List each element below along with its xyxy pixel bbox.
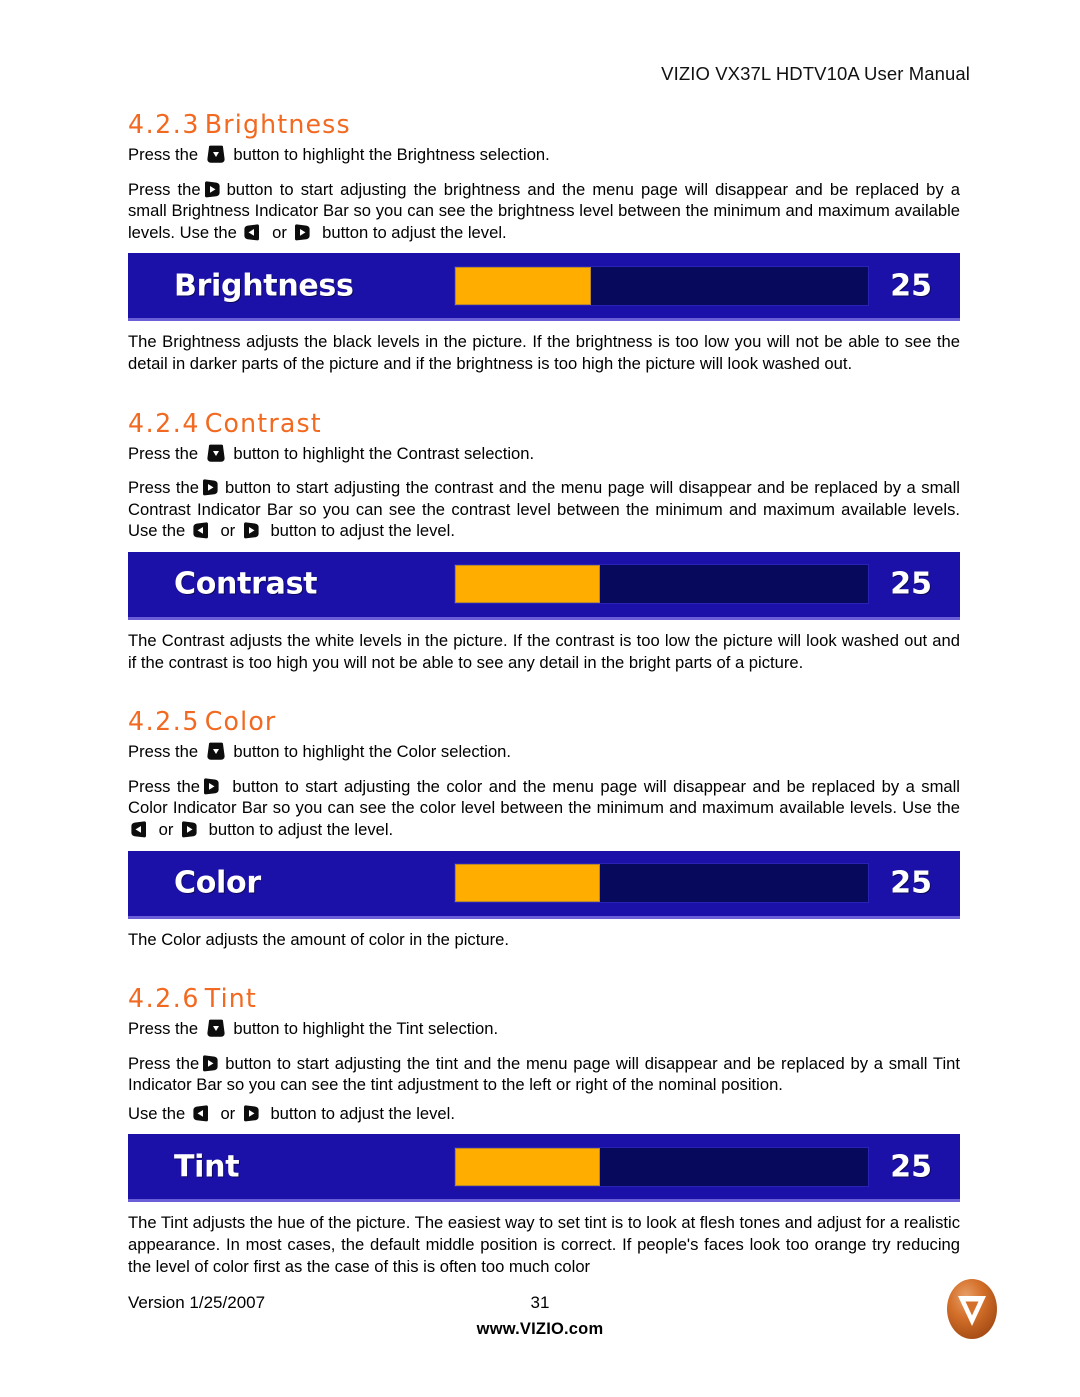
text-fragment: button to highlight the Contrast selecti… bbox=[233, 443, 535, 463]
osd-indicator-bar-contrast: Contrast 25 bbox=[128, 551, 960, 620]
remote-down-button-icon bbox=[205, 145, 227, 164]
text-fragment: Press the bbox=[128, 1019, 199, 1039]
section-number: 4.2.4 bbox=[128, 408, 200, 439]
text-fragment: Press the bbox=[128, 145, 199, 164]
text-fragment: button to start adjusting the tint and t… bbox=[128, 1053, 960, 1095]
remote-right-button-icon bbox=[242, 521, 264, 540]
text-fragment: Use the bbox=[128, 1103, 186, 1123]
text-fragment: button to adjust the level. bbox=[208, 819, 394, 839]
osd-value: 25 bbox=[890, 1149, 932, 1185]
remote-right-button-icon bbox=[242, 1104, 264, 1123]
remote-left-button-icon bbox=[130, 820, 152, 839]
osd-fill bbox=[455, 864, 600, 902]
document-page: VIZIO VX37L HDTV10A User Manual 4.2.3 Bri… bbox=[0, 0, 1080, 1397]
brightness-instruction-2: Press the button to start adjusting the … bbox=[128, 179, 960, 244]
section-heading-brightness: 4.2.3 Brightness bbox=[128, 110, 935, 140]
contrast-description: The Contrast adjusts the white levels in… bbox=[128, 630, 960, 672]
document-footer: Version 1/25/2007 31 www.VIZIO.com bbox=[0, 1265, 1080, 1355]
text-fragment: or bbox=[220, 521, 236, 541]
contrast-instruction-1: Press the button to highlight the Contra… bbox=[128, 443, 960, 465]
osd-value: 25 bbox=[890, 268, 932, 304]
footer-page-number: 31 bbox=[530, 1293, 550, 1312]
remote-left-button-icon bbox=[192, 1104, 214, 1123]
remote-down-button-icon bbox=[205, 742, 227, 761]
brightness-instruction-1: Press the button to highlight the Bright… bbox=[128, 144, 960, 166]
osd-fill bbox=[455, 266, 592, 305]
brightness-description: The Brightness adjusts the black levels … bbox=[128, 332, 960, 373]
remote-right-button-icon bbox=[201, 1054, 223, 1073]
section-heading-contrast: 4.2.4 Contrast bbox=[128, 409, 935, 439]
remote-down-button-icon bbox=[205, 1019, 227, 1038]
text-fragment: or bbox=[272, 222, 287, 242]
text-fragment: Press the bbox=[128, 742, 199, 762]
text-fragment: button to adjust the level. bbox=[322, 222, 507, 242]
osd-track bbox=[454, 1146, 869, 1187]
section-title: Contrast bbox=[204, 408, 322, 439]
footer-website: www.VIZIO.com bbox=[476, 1320, 604, 1338]
tint-instruction-3: Use the or button to adjust the level. bbox=[128, 1103, 960, 1125]
section-title: Color bbox=[204, 707, 277, 738]
remote-right-button-icon bbox=[202, 777, 224, 796]
document-content: 4.2.3 Brightness Press the button to high… bbox=[128, 110, 960, 1277]
color-instruction-2: Press the button to start adjusting the … bbox=[128, 776, 960, 841]
tint-instruction-2: Press the button to start adjusting the … bbox=[128, 1053, 960, 1096]
remote-down-button-icon bbox=[205, 444, 227, 463]
text-fragment: button to start adjusting the color and … bbox=[128, 776, 960, 818]
header-title: VIZIO VX37L HDTV10A User Manual bbox=[661, 63, 970, 84]
text-fragment: or bbox=[158, 819, 174, 839]
text-fragment: Press the bbox=[128, 179, 201, 199]
osd-indicator-bar-tint: Tint 25 bbox=[128, 1134, 960, 1203]
color-instruction-1: Press the button to highlight the Color … bbox=[128, 741, 960, 763]
osd-label: Color bbox=[174, 865, 261, 901]
osd-indicator-bar-color: Color 25 bbox=[128, 850, 960, 919]
osd-indicator-bar-brightness: Brightness 25 bbox=[128, 253, 960, 322]
osd-track bbox=[454, 564, 869, 605]
section-heading-tint: 4.2.6 Tint bbox=[128, 984, 935, 1014]
osd-track bbox=[454, 863, 869, 903]
remote-left-button-icon bbox=[243, 223, 265, 242]
osd-label: Brightness bbox=[174, 268, 354, 304]
section-title: Brightness bbox=[204, 110, 351, 140]
text-fragment: or bbox=[220, 1103, 236, 1123]
section-number: 4.2.3 bbox=[128, 110, 200, 140]
text-fragment: Press the bbox=[128, 478, 200, 498]
text-fragment: button to highlight the Tint selection. bbox=[233, 1019, 499, 1039]
text-fragment: button to adjust the level. bbox=[270, 521, 455, 541]
section-number: 4.2.5 bbox=[128, 707, 200, 738]
text-fragment: Press the bbox=[128, 443, 199, 463]
remote-right-button-icon bbox=[203, 180, 225, 199]
section-heading-color: 4.2.5 Color bbox=[128, 707, 935, 737]
section-title: Tint bbox=[204, 984, 257, 1015]
color-description: The Color adjusts the amount of color in… bbox=[128, 929, 509, 949]
text-fragment: button to adjust the level. bbox=[270, 1103, 455, 1123]
remote-right-button-icon bbox=[201, 478, 223, 497]
remote-right-button-icon bbox=[180, 820, 202, 839]
osd-label: Contrast bbox=[174, 566, 318, 602]
vizio-logo-icon bbox=[944, 1277, 1000, 1341]
section-number: 4.2.6 bbox=[128, 984, 200, 1015]
contrast-instruction-2: Press the button to start adjusting the … bbox=[128, 477, 960, 542]
osd-track bbox=[454, 265, 869, 306]
text-fragment: button to highlight the Color selection. bbox=[233, 742, 512, 762]
remote-right-button-icon bbox=[293, 223, 315, 242]
osd-value: 25 bbox=[890, 566, 932, 602]
text-fragment: button to highlight the Brightness selec… bbox=[233, 145, 550, 164]
document-header: VIZIO VX37L HDTV10A User Manual bbox=[0, 63, 1080, 85]
text-fragment: Press the bbox=[128, 1053, 200, 1073]
osd-fill bbox=[455, 1147, 600, 1186]
osd-label: Tint bbox=[174, 1149, 240, 1185]
text-fragment: Press the bbox=[128, 776, 200, 796]
tint-instruction-1: Press the button to highlight the Tint s… bbox=[128, 1018, 960, 1040]
remote-left-button-icon bbox=[192, 521, 214, 540]
osd-value: 25 bbox=[890, 865, 932, 901]
osd-fill bbox=[455, 565, 600, 604]
